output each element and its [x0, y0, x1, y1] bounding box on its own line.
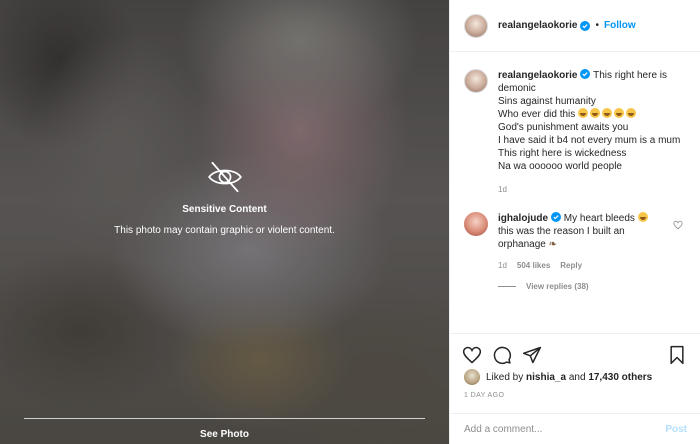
sensitive-content-notice: Sensitive Content This photo may contain… [0, 158, 449, 236]
eye-off-icon [206, 158, 244, 196]
verified-badge-icon [580, 69, 591, 79]
crying-emoji-icon [614, 108, 625, 118]
crying-emoji-icon [626, 108, 637, 118]
view-replies-label: View replies (38) [526, 282, 589, 291]
comment-text-part: My heart bleeds [563, 213, 635, 224]
caption-username[interactable]: realangelaokorie [498, 70, 577, 81]
caption: realangelaokorie This right here is demo… [464, 69, 687, 173]
comment-text: ighalojude My heart bleeds this was the … [498, 212, 658, 251]
liked-by-user[interactable]: nishia_a [526, 372, 566, 383]
crying-emoji-icon [590, 108, 601, 118]
post-media: Sensitive Content This photo may contain… [0, 0, 449, 444]
sad-emoji-icon [637, 212, 648, 222]
share-icon[interactable] [522, 345, 542, 365]
post-button[interactable]: Post [665, 424, 687, 435]
comment-icon[interactable] [492, 345, 512, 365]
caption-line: God's punishment awaits you [498, 122, 629, 133]
caption-text: realangelaokorie This right here is demo… [498, 69, 687, 173]
verified-badge-icon [551, 212, 561, 222]
praying-hands-icon: ❧ [548, 239, 557, 250]
post-sidebar: realangelaokorie • Follow realangelaokor… [449, 0, 700, 444]
avatar[interactable] [464, 69, 488, 93]
liked-by-and: and [568, 371, 586, 383]
likes-summary: Liked by nishia_a and 17,430 others [464, 369, 652, 385]
like-comment-heart-icon[interactable] [673, 220, 683, 230]
sensitive-content-description: This photo may contain graphic or violen… [114, 225, 335, 236]
caption-line: Sins against humanity [498, 96, 596, 107]
view-replies-button[interactable]: View replies (38) [498, 282, 687, 291]
comment-text-part: this was the reason I built an orphanage [498, 226, 625, 250]
comment-likes[interactable]: 504 likes [517, 261, 550, 270]
crying-emoji-icon [602, 108, 613, 118]
post-header: realangelaokorie • Follow [450, 0, 700, 52]
add-comment-bar: Post [450, 413, 700, 444]
liked-by-others[interactable]: 17,430 others [588, 372, 652, 383]
liked-by-prefix: Liked by [486, 371, 524, 383]
crying-emoji-icon [578, 108, 589, 118]
sensitive-content-title: Sensitive Content [182, 204, 267, 215]
reply-button[interactable]: Reply [560, 261, 582, 270]
comment-timestamp[interactable]: 1d [498, 261, 507, 270]
replies-dash [498, 286, 516, 287]
avatar[interactable] [464, 369, 480, 385]
comment-input[interactable] [464, 423, 666, 435]
verified-badge-icon [580, 20, 591, 31]
comment: ighalojude My heart bleeds this was the … [464, 212, 687, 251]
caption-line-text: Who ever did this [498, 109, 576, 120]
post-timestamp[interactable]: 1 DAY AGO [464, 392, 504, 399]
action-bar [450, 333, 700, 367]
caption-line: I have said it b4 not every mum is a mum [498, 135, 681, 146]
header-username[interactable]: realangelaokorie [498, 20, 577, 31]
caption-line: Who ever did this [498, 108, 687, 121]
divider [24, 418, 425, 419]
caption-line: This right here is wickedness [498, 148, 627, 159]
separator-dot: • [595, 20, 599, 31]
see-photo-button[interactable]: See Photo [0, 429, 449, 440]
follow-button[interactable]: Follow [604, 20, 636, 31]
avatar[interactable] [464, 13, 488, 38]
bookmark-icon[interactable] [667, 345, 687, 365]
comments-section: realangelaokorie This right here is demo… [450, 53, 700, 291]
caption-timestamp[interactable]: 1d [498, 185, 687, 194]
comment-username[interactable]: ighalojude [498, 213, 548, 224]
avatar[interactable] [464, 212, 488, 236]
comment-meta: 1d 504 likes Reply [498, 261, 687, 270]
heart-icon[interactable] [462, 345, 482, 365]
caption-line: Na wa oooooo world people [498, 161, 622, 172]
